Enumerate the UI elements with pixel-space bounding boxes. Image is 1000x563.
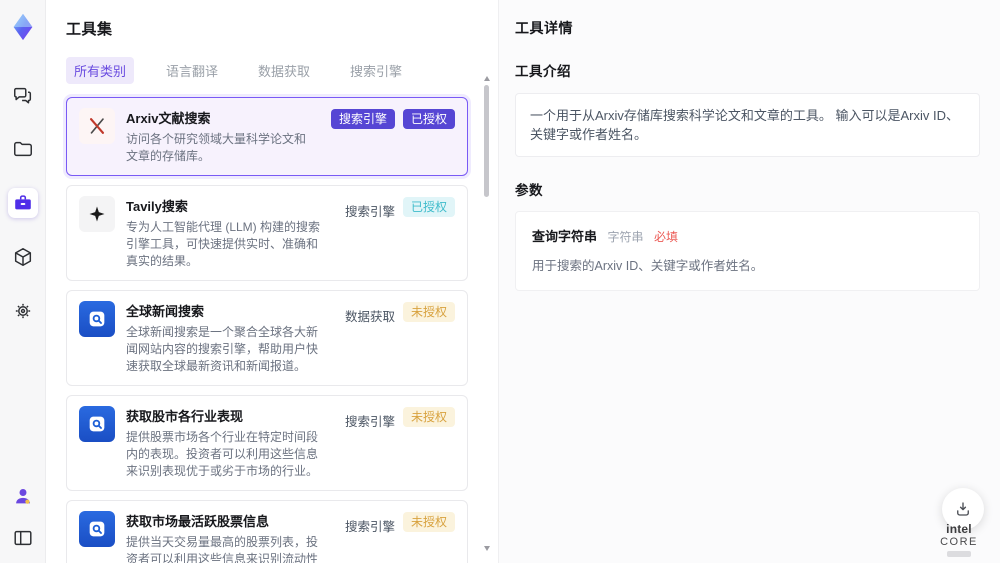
stock-search-icon [79,511,115,547]
scrollbar-thumb[interactable] [484,85,489,197]
tool-title: Tavily搜索 [126,199,188,214]
param-name: 查询字符串 [532,229,598,244]
folder-icon [13,141,32,157]
sidebar-item-packages[interactable] [8,242,38,272]
intro-heading: 工具介绍 [515,64,571,79]
brand-core-text: CORE [940,536,978,548]
tool-intro-text: 一个用于从Arxiv存储库搜索科学论文和文章的工具。 输入可以是Arxiv ID… [515,93,980,157]
chat-icon [13,87,31,104]
tab-all-categories[interactable]: 所有类别 [66,57,135,84]
tool-desc: 提供当天交易量最高的股票列表，投资者可以利用这些信息来识别流动性强的股票和潜在的… [126,535,319,563]
category-label: 搜索引擎 [344,205,395,219]
sidebar-item-files[interactable] [8,134,38,164]
category-label: 搜索引擎 [344,520,395,534]
category-label: 搜索引擎 [344,415,395,429]
user-avatar-icon [15,489,30,504]
category-tabs: 所有类别 语言翻译 数据获取 搜索引擎 [66,57,468,84]
param-desc: 用于搜索的Arxiv ID、关键字或作者姓名。 [532,259,764,273]
brand-sub-badge [947,551,971,557]
status-badge: 未授权 [402,302,455,322]
param-required-badge: 必填 [653,230,678,244]
param-card: 查询字符串 字符串 必填 用于搜索的Arxiv ID、关键字或作者姓名。 [515,211,980,291]
brand-intel-text: intel [946,522,972,536]
tool-card-list: Arxiv文献搜索 访问各个研究领域大量科学论文和文章的存储库。 搜索引擎 已授… [66,97,468,563]
gear-icon [15,303,30,319]
status-badge: 未授权 [402,407,455,427]
tool-card-arxiv[interactable]: Arxiv文献搜索 访问各个研究领域大量科学论文和文章的存储库。 搜索引擎 已授… [66,97,468,176]
tab-data-fetch[interactable]: 数据获取 [250,57,318,84]
tool-desc: 全球新闻搜索是一个聚合全球各大新闻网站内容的搜索引擎，帮助用户快速获取全球最新资… [126,325,319,373]
tab-search-engine[interactable]: 搜索引擎 [342,57,410,84]
param-type: 字符串 [607,230,644,244]
cube-icon [14,248,31,266]
param-header: 查询字符串 字符串 必填 [532,226,963,246]
sidebar-item-tools[interactable] [7,188,38,218]
sidebar-item-chat[interactable] [8,80,38,110]
params-heading: 参数 [515,183,543,198]
category-label: 数据获取 [344,310,395,324]
tool-card-global-news[interactable]: 全球新闻搜索 全球新闻搜索是一个聚合全球各大新闻网站内容的搜索引擎，帮助用户快速… [66,290,468,386]
download-icon [957,502,969,516]
tools-list-panel: 工具集 所有类别 语言翻译 数据获取 搜索引擎 Arxiv文献搜索 访问各个研究… [46,0,498,563]
status-badge: 已授权 [402,109,455,129]
scrollbar-up-arrow[interactable] [483,76,490,81]
category-badge: 搜索引擎 [330,109,395,129]
list-scrollbar[interactable] [483,76,490,551]
tab-language-translation[interactable]: 语言翻译 [158,57,226,84]
toolbox-icon [14,195,31,210]
scrollbar-down-arrow[interactable] [483,546,490,551]
tool-details-panel: 工具详情 工具介绍 一个用于从Arxiv存储库搜索科学论文和文章的工具。 输入可… [498,0,1000,563]
status-badge: 未授权 [402,512,455,532]
tool-title: 获取市场最活跃股票信息 [126,514,270,529]
tavily-star-icon [79,196,115,232]
app-logo[interactable] [8,12,38,42]
panel-layout-icon [13,530,32,546]
tool-title: Arxiv文献搜索 [126,111,211,126]
tool-card-tavily[interactable]: Tavily搜索 专为人工智能代理 (LLM) 构建的搜索引擎工具，可快速提供实… [66,185,468,281]
tool-title: 获取股市各行业表现 [126,409,244,424]
app-window: 工具集 所有类别 语言翻译 数据获取 搜索引擎 Arxiv文献搜索 访问各个研究… [0,0,1000,563]
intel-core-logo: intel CORE [929,523,989,557]
tool-desc: 访问各个研究领域大量科学论文和文章的存储库。 [126,132,307,163]
sidebar-item-profile[interactable] [8,481,38,511]
tool-title: 全球新闻搜索 [126,304,205,319]
stock-search-icon [79,406,115,442]
sidebar-item-settings[interactable] [8,296,38,326]
tool-desc: 专为人工智能代理 (LLM) 构建的搜索引擎工具，可快速提供实时、准确和真实的结… [126,220,321,268]
tool-card-stock-sectors[interactable]: 获取股市各行业表现 提供股票市场各个行业在特定时间段内的表现。投资者可以利用这些… [66,395,468,491]
page-title: 工具集 [66,21,113,38]
tool-desc: 提供股票市场各个行业在特定时间段内的表现。投资者可以利用这些信息来识别表现优于或… [126,430,319,478]
news-search-icon [79,301,115,337]
tool-card-active-stocks[interactable]: 获取市场最活跃股票信息 提供当天交易量最高的股票列表，投资者可以利用这些信息来识… [66,500,468,563]
sidebar-collapse-button[interactable] [8,523,38,553]
details-title: 工具详情 [515,20,573,36]
arxiv-logo-icon [79,108,115,144]
status-badge: 已授权 [402,197,455,217]
gem-logo-icon [13,13,32,41]
icon-sidebar [0,0,46,563]
